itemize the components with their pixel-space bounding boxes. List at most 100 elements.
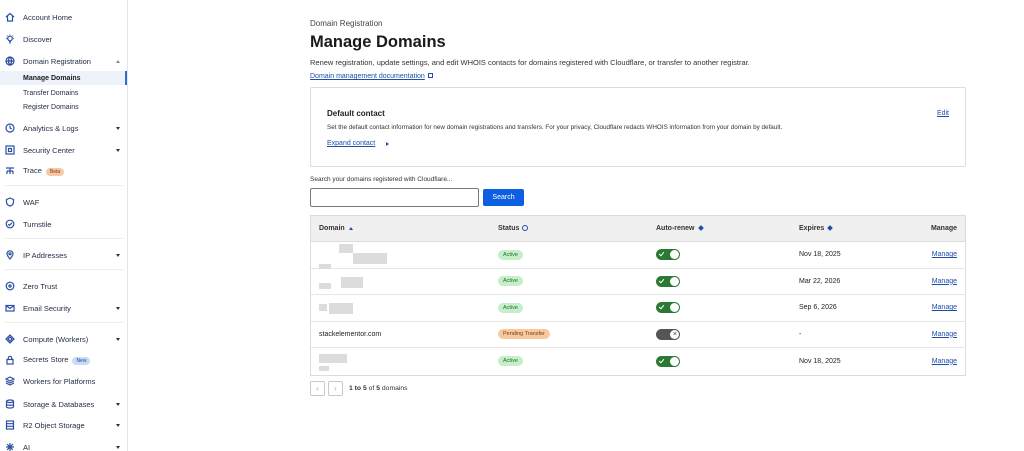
sidebar-item-workers-for-platforms[interactable]: Workers for Platforms (0, 372, 127, 390)
sidebar-item-security-center[interactable]: Security Center (0, 141, 127, 159)
sidebar-item-account-home[interactable]: Account Home (0, 8, 127, 26)
sidebar-item-r2-object-storage[interactable]: R2 Object Storage (0, 416, 127, 434)
manage-link[interactable]: Manage (932, 304, 957, 311)
sidebar-item-label: Storage & Databases (23, 399, 95, 409)
column-header-domain[interactable]: Domain (319, 225, 353, 232)
table-row: Active Nov 18, 2025 Manage (311, 348, 965, 375)
previous-page-button[interactable]: ‹ (310, 381, 325, 396)
secrets-store-label: Secrets Store (23, 355, 69, 365)
shield-icon (5, 197, 15, 207)
sparkle-icon (5, 442, 15, 451)
pagination-range: 1 to 5 (349, 385, 367, 392)
chevron-down-icon (116, 402, 120, 406)
next-page-button[interactable]: › (328, 381, 343, 396)
chevron-up-icon (116, 59, 120, 63)
toggle-knob (670, 250, 679, 260)
sidebar-item-waf[interactable]: WAF (0, 193, 127, 211)
sidebar-subitem-manage-domains[interactable]: Manage Domains (0, 71, 127, 85)
domains-table: Domain Status Auto-renew Expires Manage … (310, 215, 966, 376)
sidebar-item-domain-registration[interactable]: Domain Registration (0, 52, 127, 70)
sidebar-item-label: Workers for Platforms (23, 376, 96, 386)
autorenew-toggle[interactable]: × (656, 328, 680, 340)
sidebar-item-secrets-store[interactable]: Secrets Store New (0, 351, 127, 369)
sort-ascending-icon (348, 226, 353, 230)
close-icon: × (672, 330, 677, 338)
sidebar-item-analytics-logs[interactable]: Analytics & Logs (0, 119, 127, 137)
sidebar-divider (5, 269, 123, 270)
default-contact-card: Default contact Set the default contact … (310, 87, 966, 167)
pagination-of: of (368, 385, 375, 392)
sidebar-subitem-label: Register Domains (23, 103, 79, 111)
edit-contact-link[interactable]: Edit (937, 110, 949, 117)
sidebar-item-compute-workers[interactable]: Compute (Workers) (0, 330, 127, 348)
autorenew-cell (656, 242, 680, 268)
sidebar-item-ai[interactable]: AI (0, 438, 127, 451)
main-content: Domain Registration Manage Domains Renew… (310, 0, 970, 451)
autorenew-toggle[interactable] (656, 249, 680, 261)
storage-icon (5, 420, 15, 430)
chevron-down-icon (116, 337, 120, 341)
pagination-unit: domains (381, 385, 408, 392)
platforms-icon (5, 376, 15, 386)
manage-link[interactable]: Manage (932, 278, 957, 285)
info-icon[interactable] (522, 225, 529, 232)
domain-cell (319, 295, 489, 321)
pagination-total: 5 (376, 385, 380, 392)
column-header-expires[interactable]: Expires (799, 225, 834, 232)
redacted-domain (353, 253, 387, 264)
autorenew-toggle[interactable] (656, 275, 680, 287)
documentation-link[interactable]: Domain management documentation (310, 73, 433, 80)
manage-link[interactable]: Manage (932, 251, 957, 258)
status-badge: Active (498, 249, 523, 260)
documentation-link-label: Domain management documentation (310, 73, 425, 80)
table-row: Active Sep 6, 2026 Manage (311, 295, 965, 322)
turnstile-icon (5, 219, 15, 229)
sidebar-subitem-transfer-domains[interactable]: Transfer Domains (0, 86, 127, 100)
manage-link[interactable]: Manage (932, 358, 957, 365)
autorenew-toggle[interactable] (656, 302, 680, 314)
sidebar-item-email-security[interactable]: Email Security (0, 299, 127, 317)
chevron-down-icon (116, 148, 120, 152)
sidebar-divider (5, 238, 123, 239)
expand-contact-link[interactable]: Expand contact (327, 140, 375, 147)
sidebar-item-trace[interactable]: Trace Beta (0, 162, 127, 180)
sidebar-item-storage-databases[interactable]: Storage & Databases (0, 395, 127, 413)
sidebar: Account Home Discover Domain Registratio… (0, 0, 128, 451)
new-badge: New (72, 356, 91, 365)
expires-cell: - (799, 330, 802, 338)
redacted-domain (319, 354, 347, 363)
sort-icon (827, 225, 834, 231)
sidebar-item-discover[interactable]: Discover (0, 30, 127, 48)
chevron-left-icon: ‹ (316, 383, 319, 393)
shield-grid-icon (5, 145, 15, 155)
chevron-down-icon (116, 445, 120, 449)
check-icon (658, 250, 665, 257)
sidebar-subitem-register-domains[interactable]: Register Domains (0, 100, 127, 114)
default-contact-description: Set the default contact information for … (327, 124, 783, 131)
column-header-autorenew[interactable]: Auto-renew (656, 225, 704, 232)
manage-cell: Manage (932, 348, 957, 375)
chevron-right-icon (386, 142, 389, 146)
domain-search-input[interactable] (310, 188, 479, 207)
autorenew-toggle[interactable] (656, 355, 680, 367)
status-cell: Active (498, 348, 523, 375)
search-button[interactable]: Search (483, 189, 524, 206)
sidebar-item-label: Email Security (23, 303, 71, 313)
redacted-domain (339, 244, 353, 253)
column-header-status: Status (498, 225, 529, 232)
sidebar-item-turnstile[interactable]: Turnstile (0, 215, 127, 233)
page-subtitle: Renew registration, update settings, and… (310, 58, 750, 67)
sidebar-item-label: Account Home (23, 12, 73, 22)
sidebar-item-ip-addresses[interactable]: IP Addresses (0, 246, 127, 264)
sidebar-item-label: Compute (Workers) (23, 334, 89, 344)
check-icon (658, 277, 665, 284)
table-row: Active Nov 18, 2025 Manage (311, 242, 965, 269)
expires-cell: Mar 22, 2026 (799, 277, 841, 285)
table-header: Domain Status Auto-renew Expires Manage (311, 216, 965, 242)
chevron-right-icon: › (334, 383, 337, 393)
toggle-knob (670, 303, 679, 313)
sidebar-item-zero-trust[interactable]: Zero Trust (0, 277, 127, 295)
domain-cell: stackelementor.com (319, 330, 382, 338)
expires-cell: Nov 18, 2025 (799, 357, 841, 365)
manage-link[interactable]: Manage (932, 331, 957, 338)
